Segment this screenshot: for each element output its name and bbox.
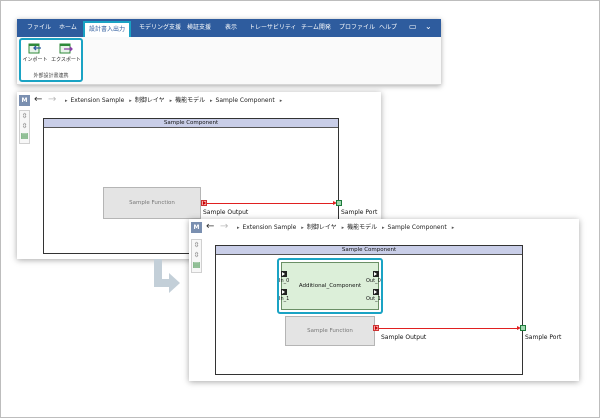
output-label: Sample Output [381,334,427,341]
output-label: Sample Output [203,209,249,216]
export-icon [59,43,73,54]
breadcrumb-item[interactable]: Extension Sample [71,97,125,104]
ribbon-body: インポート エクスポート 外部設計書連携 [17,37,441,85]
port-label: Sample Port [525,334,562,341]
breadcrumb-item[interactable]: Sample Component [388,224,447,231]
expand-icon[interactable]: ⇳ [192,240,201,250]
breadcrumb: ▸ Extension Sample ▸ 制御レイヤ ▸ 機能モデル ▸ Sample … [65,97,283,104]
import-button[interactable]: インポート [22,42,48,72]
sample-function-box[interactable]: Sample Function [103,187,201,219]
collapse-icon[interactable]: ⇳ [192,250,201,260]
tab-design-doc-io[interactable]: 設計書入出力 [83,21,132,37]
breadcrumb-item[interactable]: 機能モデル [347,224,377,231]
component-title: Sample Component [44,119,338,128]
group-label: 外部設計書連携 [33,73,69,79]
model-badge: M [191,222,202,233]
component-title: Sample Component [216,246,522,255]
tab-verification-support[interactable]: 検証支援 [187,23,211,33]
tool-palette: ⇳ ⇳ ▤ [19,110,30,144]
tab-team-development[interactable]: チーム開発 [301,23,331,33]
port-label: Sample Port [341,209,378,216]
tab-profile[interactable]: プロファイル [339,23,375,33]
transition-arrow-icon [154,259,180,293]
output-port-0[interactable] [373,271,379,277]
breadcrumb-item[interactable]: Extension Sample [243,224,297,231]
in0-label: In_0 [279,278,290,284]
tab-home[interactable]: ホーム [59,23,77,33]
export-label: エクスポート [51,57,81,63]
connection-wire[interactable] [207,203,335,204]
model-badge: M [19,95,30,106]
output-port-1[interactable] [373,289,379,295]
editor-window-after: M ← → ▸ Extension Sample ▸ 制御レイヤ ▸ 機能モデル ▸ S… [189,219,579,381]
import-label: インポート [22,57,48,63]
sample-port[interactable] [336,200,342,206]
editor-toolbar: M ← → ▸ Extension Sample ▸ 制御レイヤ ▸ 機能モデル ▸ S… [17,92,381,110]
input-port-1[interactable] [281,289,287,295]
tab-traceability[interactable]: トレーサビリティ [249,23,297,33]
sample-function-box[interactable]: Sample Function [285,316,375,346]
ribbon-window: ファイル ホーム 設計書入出力 モデリング支援 検証支援 表示 トレーサビリティ… [17,19,441,85]
additional-component-box[interactable]: Additional_Component [281,262,379,310]
tab-view[interactable]: 表示 [225,23,237,33]
component-tool-icon[interactable]: ▤ [192,260,201,270]
breadcrumb-item[interactable]: 制御レイヤ [307,224,337,231]
expand-icon[interactable]: ⇳ [20,111,29,121]
collapse-icon[interactable]: ⇳ [20,121,29,131]
tool-palette: ⇳ ⇳ ▤ [191,239,202,273]
connection-wire[interactable] [379,328,519,329]
window-icon[interactable]: ▭ [409,22,417,32]
out1-label: Out_1 [366,296,381,302]
forward-arrow-icon[interactable]: → [48,93,56,107]
back-arrow-icon[interactable]: ← [34,93,42,107]
breadcrumb-item[interactable]: 制御レイヤ [135,97,165,104]
component-tool-icon[interactable]: ▤ [20,131,29,141]
chevron-down-icon[interactable]: ⌄ [425,22,432,32]
breadcrumb: ▸ Extension Sample ▸ 制御レイヤ ▸ 機能モデル ▸ Sample … [237,224,455,231]
input-port-0[interactable] [281,271,287,277]
ribbon-tab-bar: ファイル ホーム 設計書入出力 モデリング支援 検証支援 表示 トレーサビリティ… [17,19,441,37]
back-arrow-icon[interactable]: ← [206,220,214,234]
out0-label: Out_0 [366,278,381,284]
editor-toolbar: M ← → ▸ Extension Sample ▸ 制御レイヤ ▸ 機能モデル ▸ S… [189,219,579,237]
sample-port[interactable] [520,325,526,331]
breadcrumb-item[interactable]: Sample Component [216,97,275,104]
import-icon [28,43,41,54]
tab-help[interactable]: ヘルプ [379,23,397,33]
breadcrumb-item[interactable]: 機能モデル [175,97,205,104]
tab-modeling-support[interactable]: モデリング支援 [139,23,181,33]
screenshot-frame: ファイル ホーム 設計書入出力 モデリング支援 検証支援 表示 トレーサビリティ… [0,0,600,418]
forward-arrow-icon[interactable]: → [220,220,228,234]
in1-label: In_1 [279,296,290,302]
external-doc-group: インポート エクスポート 外部設計書連携 [19,38,83,82]
export-button[interactable]: エクスポート [51,42,81,72]
tab-file[interactable]: ファイル [27,23,51,33]
